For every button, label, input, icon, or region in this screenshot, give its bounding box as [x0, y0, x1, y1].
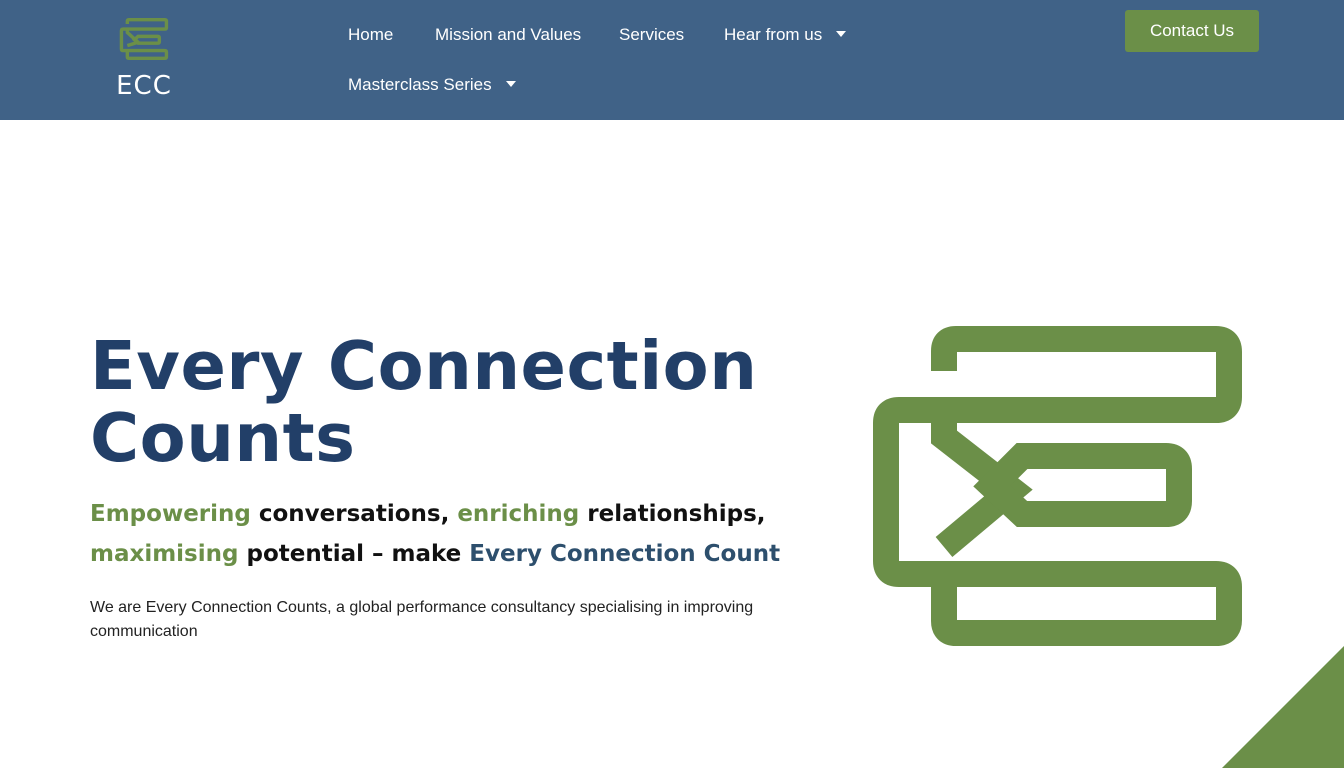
- hero-title-line-2: Counts: [90, 399, 356, 477]
- ecc-logo-icon: [873, 326, 1242, 646]
- tagline-word-conversations: conversations,: [258, 501, 450, 527]
- ecc-logo-icon: [119, 18, 169, 60]
- nav-services[interactable]: Services: [619, 25, 684, 45]
- nav-home[interactable]: Home: [348, 25, 393, 45]
- hero-description: We are Every Connection Counts, a global…: [90, 599, 754, 640]
- nav-hear-from-us[interactable]: Hear from us: [724, 25, 847, 45]
- tagline-word-maximising: maximising: [90, 541, 239, 567]
- decorative-corner-triangle: [1222, 646, 1344, 768]
- caret-down-icon[interactable]: [836, 30, 847, 37]
- hero-title-line-1: Every Connection: [90, 327, 758, 405]
- nav-mission-and-values[interactable]: Mission and Values: [435, 25, 581, 45]
- nav-hear-from-us-label: Hear from us: [724, 25, 823, 44]
- tagline-word-empowering: Empowering: [90, 501, 251, 527]
- tagline-word-enriching: enriching: [457, 501, 580, 527]
- page: ECC Home Mission and Values Services Hea…: [0, 0, 1344, 768]
- caret-down-icon[interactable]: [505, 80, 516, 87]
- nav-masterclass-series[interactable]: Masterclass Series: [348, 75, 516, 95]
- hero-tagline: Empowering conversations, enriching rela…: [90, 494, 810, 574]
- tagline-word-potential: potential – make: [246, 541, 462, 567]
- site-header: ECC Home Mission and Values Services Hea…: [0, 0, 1344, 120]
- nav-masterclass-series-label: Masterclass Series: [348, 75, 492, 94]
- logo-text: ECC: [116, 71, 172, 101]
- tagline-phrase-every-connection-count: Every Connection Count: [469, 541, 781, 567]
- contact-us-button[interactable]: Contact Us: [1125, 10, 1259, 52]
- tagline-word-relationships: relationships,: [587, 501, 766, 527]
- hero-title: Every Connection Counts: [90, 330, 790, 474]
- site-logo-link[interactable]: ECC: [113, 18, 175, 100]
